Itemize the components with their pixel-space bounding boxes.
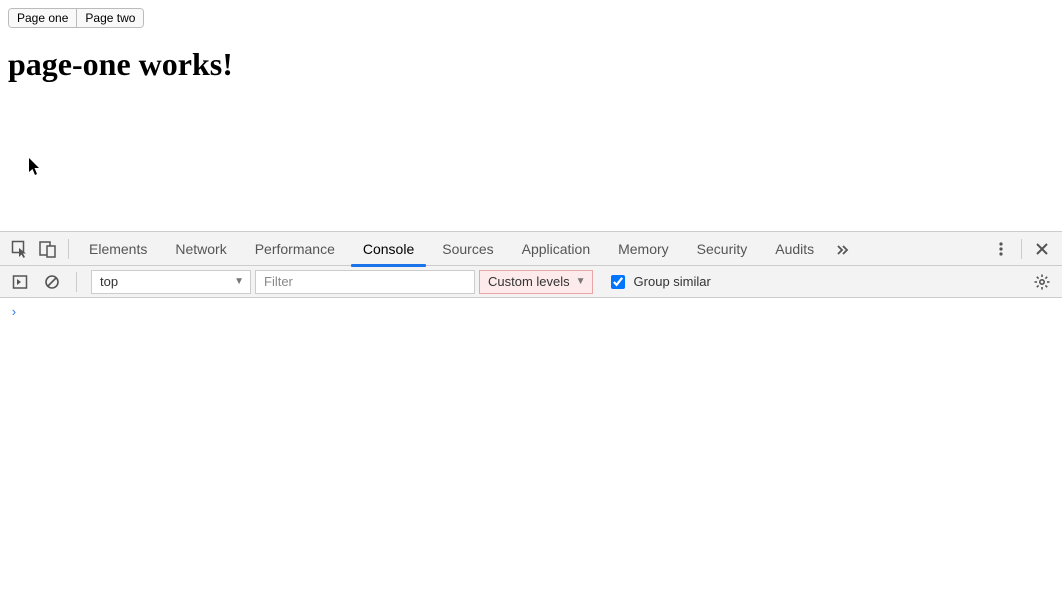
tab-elements[interactable]: Elements [75, 232, 161, 266]
nav-button-group: Page one Page two [8, 8, 144, 28]
mouse-cursor-icon [29, 158, 41, 176]
console-toolbar: top ▼ Custom levels ▼ Group similar [0, 266, 1062, 298]
clear-console-icon[interactable] [38, 268, 66, 296]
tab-application[interactable]: Application [508, 232, 605, 266]
devtools-tabstrip: Elements Network Performance Console Sou… [0, 232, 1062, 266]
execution-context-label: top [100, 274, 118, 289]
tab-performance[interactable]: Performance [241, 232, 349, 266]
devtools-panel: Elements Network Performance Console Sou… [0, 231, 1062, 616]
log-levels-select[interactable]: Custom levels ▼ [479, 270, 593, 294]
dropdown-triangle-icon: ▼ [576, 276, 586, 287]
log-levels-label: Custom levels [488, 274, 570, 289]
divider [68, 239, 69, 259]
tab-security[interactable]: Security [683, 232, 762, 266]
console-prompt-icon: › [10, 305, 18, 320]
group-similar-label: Group similar [634, 274, 711, 289]
console-body[interactable]: › [0, 298, 1062, 616]
close-devtools-icon[interactable] [1028, 235, 1056, 263]
inspect-element-icon[interactable] [6, 235, 34, 263]
divider [1021, 239, 1022, 259]
page-heading: page-one works! [8, 46, 1054, 83]
show-console-sidebar-icon[interactable] [6, 268, 34, 296]
nav-page-one-button[interactable]: Page one [9, 9, 76, 27]
tab-memory[interactable]: Memory [604, 232, 683, 266]
tab-network[interactable]: Network [161, 232, 240, 266]
device-toolbar-icon[interactable] [34, 235, 62, 263]
group-similar-checkbox[interactable]: Group similar [607, 272, 711, 292]
kebab-menu-icon[interactable] [987, 235, 1015, 263]
nav-page-two-button[interactable]: Page two [76, 9, 143, 27]
divider [76, 272, 77, 292]
tab-sources[interactable]: Sources [428, 232, 507, 266]
group-similar-checkbox-input[interactable] [611, 275, 625, 289]
dropdown-triangle-icon: ▼ [234, 276, 244, 287]
console-filter-input[interactable] [255, 270, 475, 294]
tab-audits[interactable]: Audits [761, 232, 828, 266]
more-tabs-icon[interactable] [828, 242, 856, 256]
console-settings-gear-icon[interactable] [1028, 268, 1056, 296]
page-content: Page one Page two page-one works! [0, 0, 1062, 231]
execution-context-select[interactable]: top ▼ [91, 270, 251, 294]
tab-console[interactable]: Console [349, 232, 428, 266]
